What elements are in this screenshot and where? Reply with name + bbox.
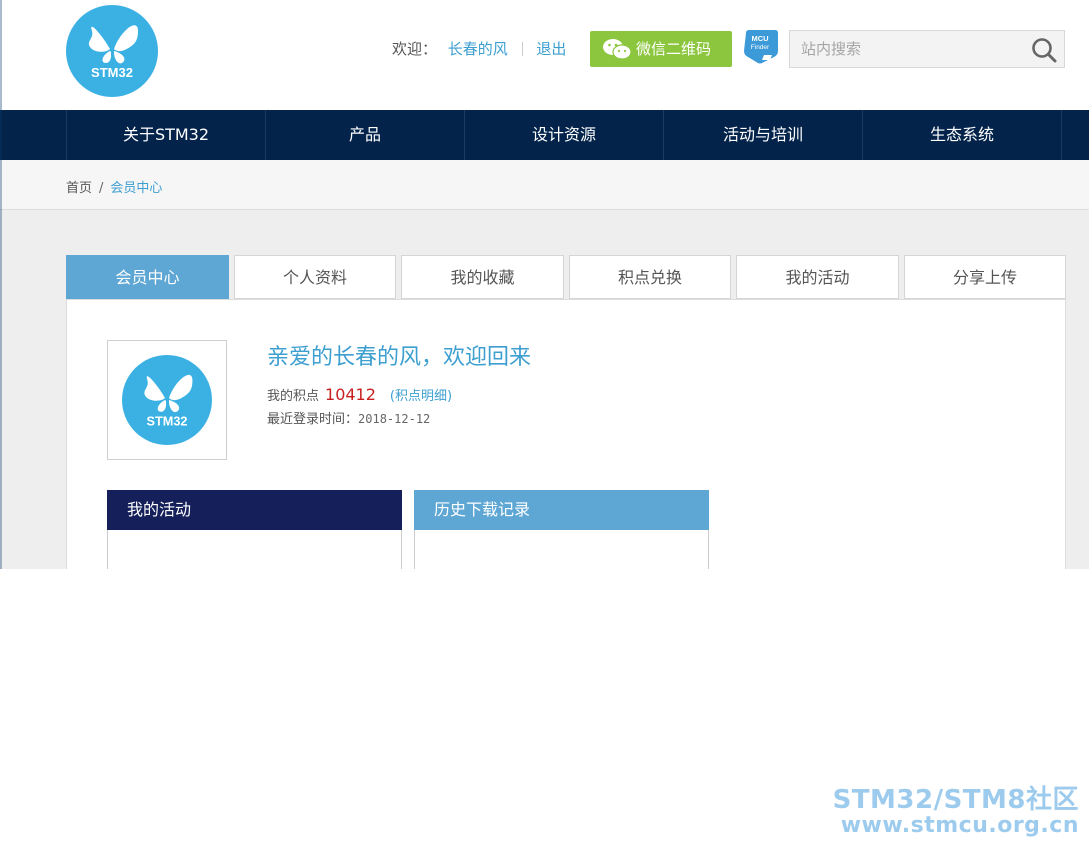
points-line: 我的积点 10412 (积点明细): [267, 385, 453, 404]
avatar-logo-icon: STM32: [122, 355, 212, 445]
wechat-icon: [603, 39, 632, 60]
stm32-logo[interactable]: STM32: [66, 5, 158, 97]
svg-text:Finder: Finder: [751, 44, 770, 51]
left-edge-line: [0, 0, 2, 569]
main-nav: 关于STM32 产品 设计资源 活动与培训 生态系统: [0, 110, 1089, 160]
last-login-date: 2018-12-12: [358, 412, 431, 426]
download-history-box: 历史下载记录: [414, 490, 709, 569]
avatar[interactable]: STM32: [107, 340, 227, 460]
nav-item-events[interactable]: 活动与培训: [663, 110, 862, 160]
tab-member-center[interactable]: 会员中心: [66, 255, 229, 299]
tab-points-exchange[interactable]: 积点兑换: [569, 255, 731, 299]
watermark-line1: STM32/STM8社区: [832, 785, 1079, 815]
welcome-label: 欢迎：: [392, 40, 438, 58]
wechat-button-label: 微信二维码: [636, 40, 712, 58]
tab-profile[interactable]: 个人资料: [234, 255, 396, 299]
divider: [521, 42, 523, 56]
watermark-line2: www.stmcu.org.cn: [840, 813, 1079, 838]
points-value: 10412: [325, 385, 376, 404]
last-login-line: 最近登录时间：2018-12-12: [267, 408, 430, 427]
nav-item-about[interactable]: 关于STM32: [66, 110, 265, 160]
my-activities-title: 我的活动: [107, 490, 402, 530]
site-header: STM32 欢迎： 长春的风 退出 微信二维码 MCU Finder: [0, 0, 1089, 110]
mcu-finder-icon[interactable]: MCU Finder: [742, 29, 780, 65]
points-detail-link[interactable]: 积点明细: [395, 389, 447, 404]
breadcrumb: 首页 / 会员中心: [66, 177, 162, 196]
breadcrumb-current[interactable]: 会员中心: [110, 181, 162, 196]
svg-text:MCU: MCU: [751, 34, 768, 43]
welcome-bar: 欢迎： 长春的风 退出: [392, 38, 566, 59]
welcome-greeting: 亲爱的长春的风，欢迎回来: [267, 345, 532, 370]
breadcrumb-separator: /: [99, 181, 104, 196]
my-activities-box: 我的活动: [107, 490, 402, 569]
tab-favorites[interactable]: 我的收藏: [401, 255, 564, 299]
breadcrumb-home[interactable]: 首页: [66, 181, 92, 196]
tab-share-upload[interactable]: 分享上传: [904, 255, 1066, 299]
search-box: [789, 30, 1065, 68]
tab-my-activities[interactable]: 我的活动: [736, 255, 899, 299]
points-label: 我的积点: [267, 389, 320, 404]
last-login-label: 最近登录时间：: [267, 412, 359, 427]
wechat-qrcode-button[interactable]: 微信二维码: [590, 31, 732, 67]
nav-item-design-resources[interactable]: 设计资源: [464, 110, 663, 160]
nav-item-ecosystem[interactable]: 生态系统: [862, 110, 1062, 160]
logout-link[interactable]: 退出: [536, 40, 566, 58]
site-watermark: STM32/STM8社区 www.stmcu.org.cn: [833, 787, 1079, 837]
search-icon[interactable]: [1031, 37, 1057, 63]
download-history-title: 历史下载记录: [414, 490, 709, 530]
logo-text: STM32: [91, 65, 133, 80]
avatar-logo-text: STM32: [147, 413, 188, 428]
search-input[interactable]: [790, 31, 1031, 67]
nav-item-products[interactable]: 产品: [265, 110, 464, 160]
breadcrumb-bar: 首页 / 会员中心: [0, 160, 1089, 210]
username-link[interactable]: 长春的风: [448, 40, 508, 58]
